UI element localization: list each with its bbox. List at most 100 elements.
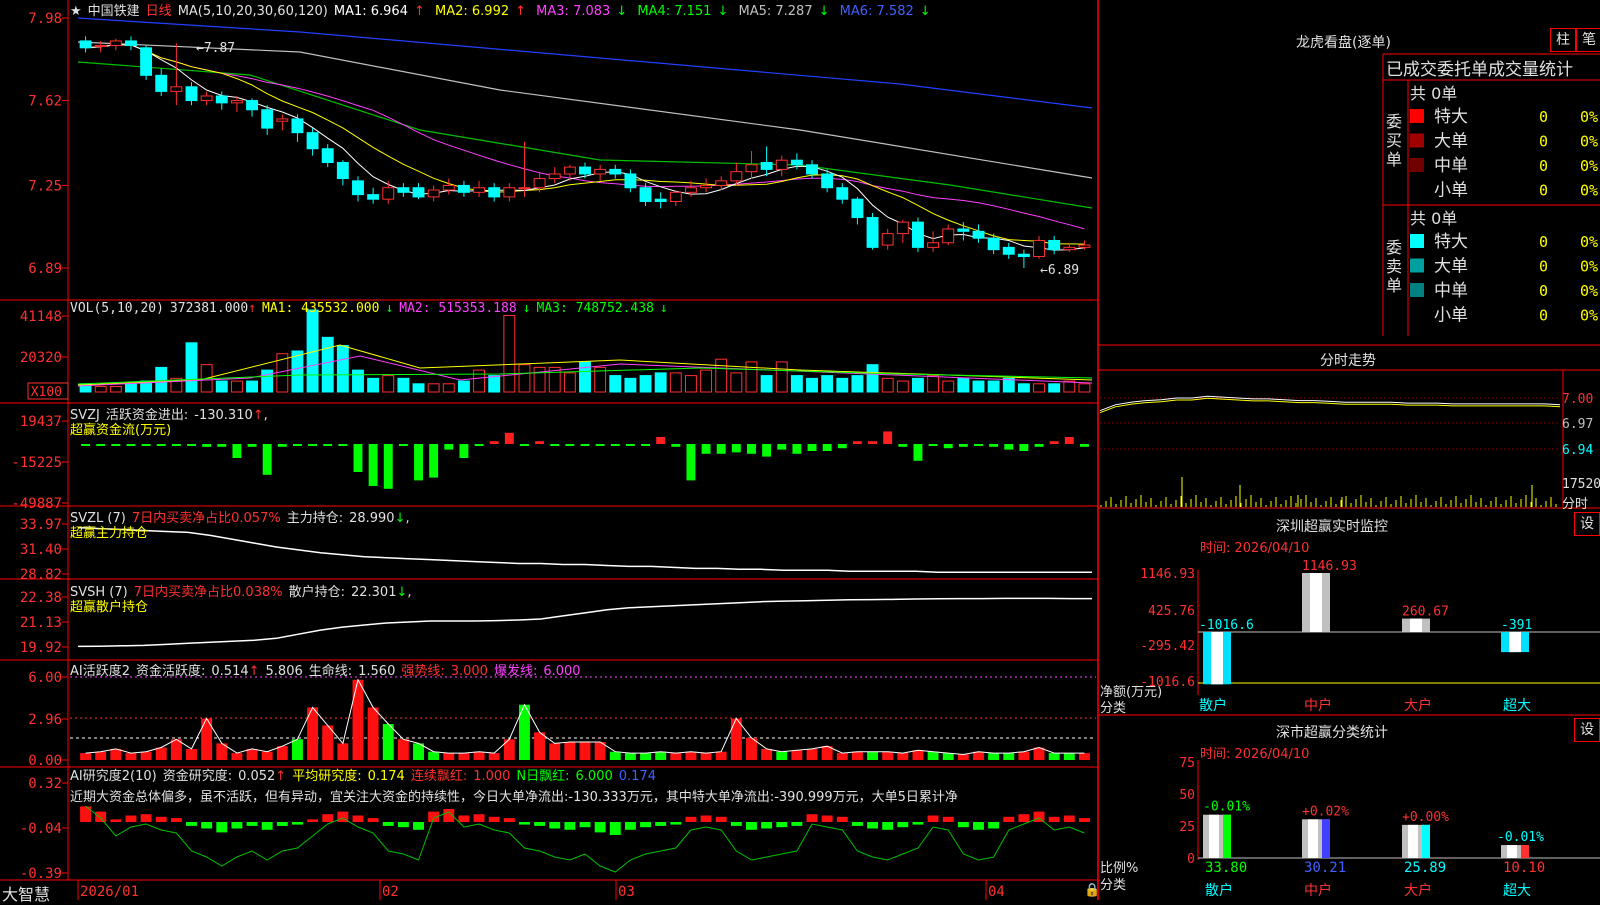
ai-active-bar bbox=[882, 751, 894, 760]
svzj-bar bbox=[156, 444, 166, 446]
candle-body bbox=[1017, 253, 1030, 258]
vol-bar bbox=[700, 369, 713, 393]
vol-bar bbox=[215, 380, 228, 393]
candle-body bbox=[336, 161, 349, 180]
vol-unit: X100 bbox=[31, 385, 62, 400]
ai-research-bar bbox=[473, 814, 485, 822]
sell-row-pct: 0% bbox=[1580, 307, 1598, 325]
ai-active-ytick: 0.00 bbox=[28, 753, 62, 769]
candle-body bbox=[715, 180, 728, 186]
ai-research-bar bbox=[367, 818, 379, 822]
candle-body bbox=[427, 189, 440, 198]
vol-bar bbox=[1048, 383, 1061, 393]
pen-mode-button[interactable]: 笔 bbox=[1576, 28, 1600, 52]
ai-active-ytick: 6.00 bbox=[28, 670, 62, 686]
sz-class-change: -0.01% bbox=[1497, 830, 1544, 845]
vol-bar bbox=[412, 383, 425, 393]
ai-active-bar bbox=[140, 751, 152, 760]
ma4-line bbox=[77, 61, 1093, 209]
candle-body bbox=[94, 45, 107, 48]
candle-body bbox=[836, 187, 849, 200]
vol-bar bbox=[836, 377, 849, 393]
svzj-bar bbox=[81, 444, 91, 446]
svzl-value2: 28.990 bbox=[349, 511, 395, 526]
ai-research-bar bbox=[897, 822, 909, 828]
ai-active-label5: 爆发线: bbox=[493, 664, 538, 679]
vol-bar bbox=[125, 383, 137, 393]
vol-title: VOL(5,10,20) bbox=[70, 301, 164, 316]
candle-body bbox=[125, 40, 137, 47]
candle-body bbox=[624, 173, 637, 189]
ai-active-bar bbox=[170, 739, 182, 760]
ma-arrow: ↓ bbox=[616, 4, 628, 19]
sz-class-settings-button[interactable]: 设 bbox=[1574, 718, 1600, 742]
ai-active-bar bbox=[231, 753, 243, 760]
svzj-ytick: -15225 bbox=[11, 455, 62, 471]
stock-terminal: 7.98 7.62 7.25 6.89 ←7.87 ←6.89 41148 20320 X100… bbox=[0, 0, 1600, 904]
svzj-bar bbox=[565, 444, 575, 446]
ai-active-bar bbox=[291, 739, 303, 760]
ai-research-value4: 6.000 bbox=[575, 769, 613, 784]
sell-row-name: 小单 bbox=[1434, 306, 1468, 326]
buy-row-pct: 0% bbox=[1580, 108, 1598, 126]
svsh-ytick: 21.13 bbox=[20, 615, 62, 631]
buy-side-label: 委买单 bbox=[1386, 112, 1403, 169]
ai-research-bar bbox=[564, 822, 576, 830]
stock-name[interactable]: 中国铁建 bbox=[88, 4, 140, 19]
ma-item-4: MA4: 7.151 bbox=[637, 4, 712, 19]
candle-body bbox=[246, 100, 258, 111]
ai-research-bar bbox=[382, 822, 394, 826]
svzj-bar bbox=[187, 444, 196, 446]
sell-row-swatch bbox=[1410, 234, 1424, 248]
vol-bar bbox=[881, 377, 894, 393]
buy-row-swatch bbox=[1410, 109, 1424, 123]
period-label[interactable]: 日线 bbox=[146, 4, 172, 19]
candle-body bbox=[972, 230, 985, 239]
sz-monitor-settings-button[interactable]: 设 bbox=[1574, 512, 1600, 536]
svzj-ytick: -49887 bbox=[11, 496, 62, 512]
sell-row-count: 0 bbox=[1539, 282, 1548, 300]
ai-active-bar bbox=[549, 743, 561, 760]
x-axis-label: 2026/01 bbox=[80, 884, 139, 900]
ai-research-ytick: 0.32 bbox=[28, 776, 62, 792]
sz-class-bar-accent bbox=[1223, 814, 1231, 858]
sz-class-category: 散户 bbox=[1205, 882, 1233, 899]
ai-research-bar bbox=[594, 822, 606, 833]
candle-body bbox=[1078, 244, 1091, 248]
ai-research-bar bbox=[640, 822, 651, 828]
vol-value: 372381.000 bbox=[169, 301, 249, 316]
ai-active-bar bbox=[352, 679, 364, 760]
sz-monitor-bar-highlight bbox=[1509, 632, 1521, 653]
star-icon[interactable]: ★ bbox=[70, 4, 82, 19]
sz-class-time: 时间: 2026/04/10 bbox=[1200, 747, 1310, 762]
ai-active-bar bbox=[609, 751, 621, 760]
vol-bar bbox=[185, 342, 198, 393]
vol-bar bbox=[579, 361, 591, 393]
svzj-bar bbox=[913, 444, 923, 461]
lock-icon[interactable]: 🔒 bbox=[1084, 883, 1100, 898]
bar-mode-button[interactable]: 柱 bbox=[1550, 28, 1576, 52]
ai-research-bar bbox=[973, 822, 984, 830]
vol-bar bbox=[442, 383, 455, 393]
ma3-line bbox=[85, 44, 1085, 230]
svzj-bar bbox=[308, 444, 318, 446]
ma-item-2: MA2: 6.992 bbox=[435, 4, 510, 19]
ai-research-bar bbox=[231, 822, 243, 829]
candle-body bbox=[912, 221, 924, 248]
vol-bar bbox=[851, 375, 864, 393]
ai-research-bar bbox=[715, 816, 727, 822]
sz-class-ytick: 0 bbox=[1187, 852, 1195, 867]
intraday-ytick-3: 6.94 bbox=[1562, 443, 1594, 458]
candle-body bbox=[654, 198, 667, 202]
vol-bar bbox=[533, 366, 546, 393]
vol-bar bbox=[518, 364, 531, 393]
ai-active-bar bbox=[1078, 753, 1090, 760]
sz-class-bar-highlight bbox=[1408, 824, 1418, 858]
svsh-line bbox=[77, 597, 1092, 648]
ai-active-bar bbox=[488, 753, 500, 760]
svzj-bar bbox=[731, 444, 741, 453]
brand-logo[interactable]: 大智慧 bbox=[2, 881, 50, 905]
svzj-bar bbox=[202, 444, 212, 447]
